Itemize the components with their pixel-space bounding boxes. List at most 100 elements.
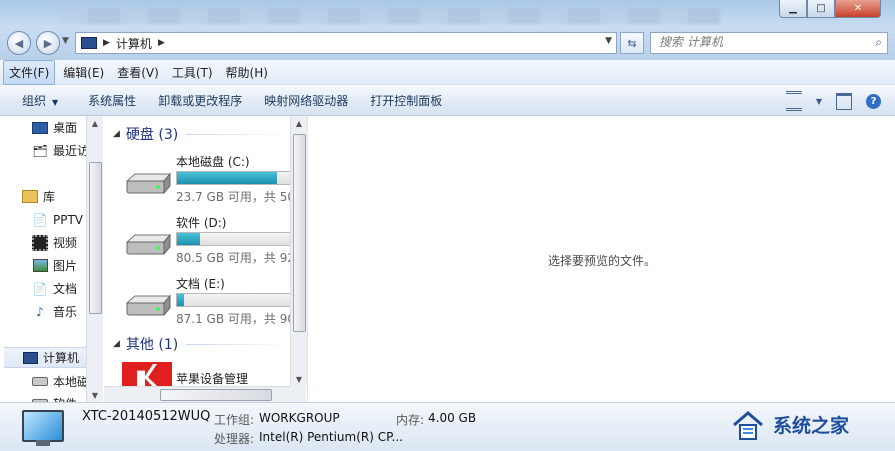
- minimize-button[interactable]: ▁: [779, 0, 807, 18]
- computer-monitor-icon: [22, 410, 64, 442]
- nav-item-videos[interactable]: 视频: [32, 233, 77, 252]
- nav-item-desktop[interactable]: 桌面: [32, 118, 77, 137]
- forward-button[interactable]: ▶: [36, 31, 60, 55]
- uninstall-program-button[interactable]: 卸载或更改程序: [158, 92, 242, 109]
- library-icon: [22, 190, 38, 204]
- preview-pane: 选择要预览的文件。: [307, 116, 895, 402]
- watermark-text: 系统之家: [773, 415, 850, 437]
- content-pane: ◢ 硬盘 (3) 本地磁盘 (C:) 23.7 GB 可用，共 50 软件 (D…: [104, 116, 290, 386]
- menu-help[interactable]: 帮助(H): [221, 61, 273, 84]
- scroll-thumb[interactable]: [89, 162, 102, 314]
- nav-item-recent-places[interactable]: 🗂 最近访: [32, 141, 89, 160]
- maximize-button[interactable]: □: [807, 0, 835, 18]
- apple-device-manager-icon[interactable]: [122, 362, 172, 386]
- window-controls: ▁ □ ✕: [779, 0, 881, 18]
- drive-usage-bar: [176, 232, 290, 246]
- folder-icon: 📄: [32, 212, 48, 227]
- system-properties-button[interactable]: 系统属性: [88, 92, 136, 109]
- preview-pane-icon[interactable]: [836, 92, 852, 110]
- breadcrumb-computer[interactable]: 计算机: [116, 35, 152, 52]
- drive-name: 软件 (D:): [176, 216, 227, 230]
- recent-pages-dropdown[interactable]: ▼: [62, 36, 69, 46]
- map-network-drive-button[interactable]: 映射网络驱动器: [264, 92, 348, 109]
- group-header-drives[interactable]: ◢ 硬盘 (3): [104, 124, 290, 144]
- drive-icon: [32, 375, 48, 389]
- view-controls: ▼ ?: [785, 91, 881, 111]
- nav-item-computer[interactable]: 计算机: [4, 347, 86, 368]
- open-control-panel-button[interactable]: 打开控制面板: [370, 92, 442, 109]
- collapse-triangle-icon[interactable]: ◢: [113, 339, 120, 349]
- address-dropdown-icon[interactable]: ▼: [605, 36, 612, 46]
- search-input[interactable]: [651, 33, 867, 51]
- view-options-dropdown-icon[interactable]: ▼: [816, 97, 822, 106]
- scroll-down-icon[interactable]: ▼: [291, 372, 307, 386]
- close-button[interactable]: ✕: [835, 0, 881, 18]
- change-view-icon[interactable]: [785, 91, 802, 111]
- refresh-button[interactable]: ⇆: [620, 32, 644, 54]
- drive-c[interactable]: 本地磁盘 (C:) 23.7 GB 可用，共 50: [104, 153, 290, 213]
- processor-label: 处理器:: [214, 432, 255, 446]
- recent-places-icon: 🗂: [32, 143, 48, 158]
- computer-name: XTC-20140512WUQ: [82, 409, 211, 424]
- menu-bar: 文件(F) 编辑(E) 查看(V) 工具(T) 帮助(H): [0, 59, 895, 85]
- menu-tools[interactable]: 工具(T): [167, 61, 218, 84]
- hard-drive-icon: [125, 172, 172, 195]
- workgroup-value: WORKGROUP: [259, 411, 340, 425]
- workgroup-label: 工作组:: [214, 413, 255, 427]
- nav-item-pictures[interactable]: 图片: [32, 256, 77, 275]
- drive-free-space: 23.7 GB 可用，共 50: [176, 190, 290, 204]
- house-logo-icon: [733, 411, 763, 440]
- music-library-icon: ♪: [36, 304, 44, 319]
- forward-arrow-icon: ▶: [43, 36, 53, 50]
- nav-item-local-disk[interactable]: 本地磁: [32, 372, 89, 391]
- organize-button[interactable]: 组织 ▼: [22, 92, 58, 109]
- chevron-right-icon[interactable]: ▶: [158, 38, 165, 48]
- search-box[interactable]: ⌕: [650, 32, 888, 54]
- scroll-up-icon[interactable]: ▲: [291, 116, 307, 130]
- nav-item-documents[interactable]: 📄 文档: [32, 279, 78, 298]
- search-icon[interactable]: ⌕: [875, 35, 882, 50]
- caret-down-icon: ▼: [52, 97, 59, 107]
- chevron-right-icon[interactable]: ▶: [103, 38, 110, 48]
- drive-e[interactable]: 文档 (E:) 87.1 GB 可用，共 90: [104, 275, 290, 335]
- content-scrollbar[interactable]: ▲ ▼: [290, 116, 307, 386]
- nav-item-pptv[interactable]: 📄 PPTV: [32, 210, 84, 229]
- computer-icon: [22, 351, 38, 365]
- scroll-down-icon[interactable]: ▼: [87, 388, 103, 402]
- back-arrow-icon: ◀: [14, 36, 24, 50]
- pictures-library-icon: [32, 259, 48, 273]
- preview-message: 选择要预览的文件。: [547, 254, 656, 268]
- drive-usage-bar: [176, 171, 290, 185]
- hard-drive-icon: [125, 233, 172, 256]
- memory-value: 4.00 GB: [428, 411, 477, 425]
- computer-icon: [81, 37, 97, 49]
- watermark-logo: 系统之家: [721, 403, 891, 449]
- drive-usage-bar: [176, 293, 290, 307]
- back-button[interactable]: ◀: [7, 31, 31, 55]
- nav-item-music[interactable]: ♪ 音乐: [32, 302, 77, 321]
- address-field[interactable]: ▶ 计算机 ▶ ▼: [75, 32, 617, 54]
- menu-edit[interactable]: 编辑(E): [58, 61, 109, 84]
- scroll-up-icon[interactable]: ▲: [87, 116, 103, 130]
- blurred-taskbar-strip: [60, 8, 720, 24]
- menu-view[interactable]: 查看(V): [112, 61, 164, 84]
- drive-d[interactable]: 软件 (D:) 80.5 GB 可用，共 92: [104, 214, 290, 274]
- documents-library-icon: 📄: [32, 281, 48, 296]
- help-icon[interactable]: ?: [866, 93, 881, 109]
- horizontal-scrollbar[interactable]: [104, 386, 290, 403]
- drive-name: 文档 (E:): [176, 277, 225, 291]
- group-header-other[interactable]: ◢ 其他 (1): [104, 334, 290, 354]
- drive-free-space: 80.5 GB 可用，共 92: [176, 251, 290, 265]
- scroll-thumb[interactable]: [160, 389, 272, 401]
- video-library-icon: [32, 234, 48, 251]
- menu-file[interactable]: 文件(F): [3, 59, 56, 85]
- nav-item-libraries[interactable]: 库: [22, 187, 55, 206]
- collapse-triangle-icon[interactable]: ◢: [113, 129, 120, 139]
- scroll-thumb[interactable]: [293, 134, 306, 332]
- other-item-label[interactable]: 苹果设备管理: [176, 370, 248, 386]
- navigation-scrollbar[interactable]: ▲ ▼: [86, 116, 103, 402]
- hard-drive-icon: [125, 294, 172, 317]
- nav-item-software-drive[interactable]: 软件: [32, 394, 77, 402]
- processor-value: Intel(R) Pentium(R) CP...: [259, 430, 403, 444]
- drive-free-space: 87.1 GB 可用，共 90: [176, 312, 290, 326]
